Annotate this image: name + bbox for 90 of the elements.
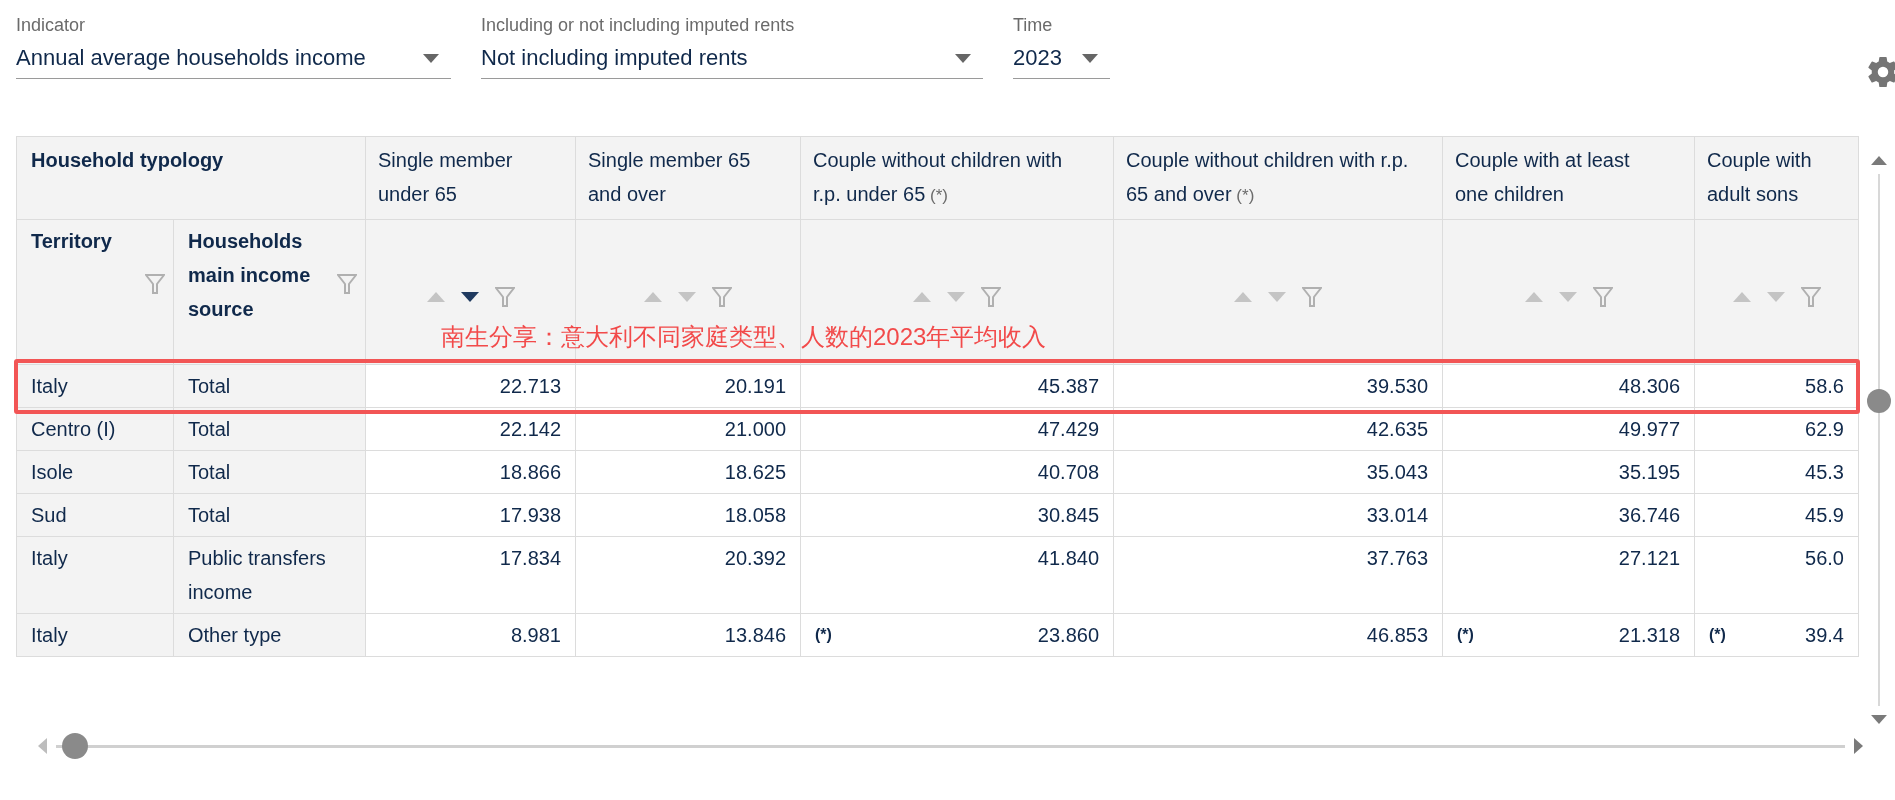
scroll-right-icon[interactable] — [1853, 736, 1865, 756]
column-header: Couple without children with r.p. under 65 (*) — [800, 136, 1114, 220]
table-cell: Total — [173, 450, 366, 494]
table-cell-text: 17.938 — [499, 503, 561, 528]
table-cell-text: 18.866 — [499, 460, 561, 485]
table-cell: Total — [173, 493, 366, 537]
table-cell-text: 17.834 — [499, 546, 561, 571]
table-cell-text: 42.635 — [1366, 417, 1428, 442]
table-cell-text: 21.318 — [1618, 623, 1680, 648]
table-cell-text: 13.846 — [724, 623, 786, 648]
table-cell-text: 62.9 — [1805, 417, 1844, 442]
table-cell-text: 56.0 — [1805, 546, 1844, 571]
caret-icon[interactable] — [1082, 53, 1098, 63]
caret-icon[interactable] — [423, 53, 439, 63]
column-header: Territory — [31, 229, 112, 254]
column-header: Single member under 65 — [365, 136, 576, 220]
filter-icon[interactable] — [1302, 287, 1322, 307]
scrollbar-thumb[interactable] — [1866, 388, 1891, 413]
table-cell-text: 45.387 — [1037, 374, 1099, 399]
dropdown-label: Time — [1013, 14, 1054, 37]
settings-icon[interactable] — [1865, 54, 1895, 90]
table-cell-text: 33.014 — [1366, 503, 1428, 528]
table-cell-text: 40.708 — [1037, 460, 1099, 485]
table-cell: Sud — [16, 493, 174, 537]
caret-icon[interactable] — [955, 53, 971, 63]
note-marker: (*) — [1709, 625, 1726, 645]
scroll-left-icon[interactable] — [36, 736, 48, 756]
scrollbar-thumb[interactable] — [62, 732, 88, 759]
sort-up-icon[interactable] — [1524, 292, 1543, 302]
table-cell: Public transfers income — [173, 536, 366, 614]
table-cell: Other type — [173, 613, 366, 657]
table-cell-text: 48.306 — [1618, 374, 1680, 399]
filter-icon[interactable] — [494, 287, 515, 307]
dropdown[interactable]: Annual average households income — [16, 38, 451, 79]
column-header: Single member 65 and over — [575, 136, 801, 220]
filter-icon[interactable] — [712, 287, 732, 307]
table-cell-text: 39.530 — [1366, 374, 1428, 399]
table-cell-text: 8.981 — [510, 623, 561, 648]
table-cell-text: 20.191 — [724, 374, 786, 399]
table-cell-text: 27.121 — [1618, 546, 1680, 571]
filter-icon[interactable] — [1800, 287, 1821, 307]
table-cell-text: 47.429 — [1037, 417, 1099, 442]
scroll-down-icon[interactable] — [1868, 714, 1889, 726]
table-cell: Italy — [16, 364, 174, 408]
sort-up-icon[interactable] — [426, 292, 445, 302]
dropdown-label: Indicator — [16, 14, 87, 37]
table-cell-text: 45.9 — [1805, 503, 1844, 528]
table-cell-text: 35.195 — [1618, 460, 1680, 485]
sort-up-icon[interactable] — [913, 292, 931, 302]
table-cell-text: 22.713 — [499, 374, 561, 399]
table-cell: Isole — [16, 450, 174, 494]
table-cell-text: 23.860 — [1037, 623, 1099, 648]
sort-up-icon[interactable] — [644, 292, 662, 302]
filter-icon[interactable] — [981, 287, 1001, 307]
column-header: Couple with adult sons — [1694, 136, 1859, 220]
table-cell: Italy — [16, 536, 174, 614]
table-cell-text: 21.000 — [724, 417, 786, 442]
table-cell-text: 35.043 — [1366, 460, 1428, 485]
table-cell: Italy — [16, 613, 174, 657]
filter-icon[interactable] — [337, 274, 357, 294]
filter-icon[interactable] — [145, 274, 165, 294]
table-cell-text: 18.625 — [724, 460, 786, 485]
table-header: Household typology — [16, 136, 366, 220]
table-cell-text: 39.4 — [1805, 623, 1844, 648]
sort-up-icon[interactable] — [1234, 292, 1252, 302]
table-cell-text: 22.142 — [499, 417, 561, 442]
table-cell-text: 46.853 — [1366, 623, 1428, 648]
table-cell-text: 37.763 — [1366, 546, 1428, 571]
dropdown[interactable]: Not including imputed rents — [481, 38, 983, 79]
dropdown[interactable]: 2023 — [1013, 38, 1110, 79]
table-cell-text: 20.392 — [724, 546, 786, 571]
table-cell-text: 41.840 — [1037, 546, 1099, 571]
filter-icon[interactable] — [1592, 287, 1613, 307]
table-cell-text: 36.746 — [1618, 503, 1680, 528]
dropdown-label: Including or not including imputed rents — [481, 14, 796, 37]
column-header: Couple with at least one children — [1442, 136, 1695, 220]
table-cell-text: 30.845 — [1037, 503, 1099, 528]
column-header: Households main income source — [188, 229, 312, 322]
annotation-text: 南生分享：意大利不同家庭类型、人数的2023年平均收入 — [441, 321, 1047, 352]
sort-down-icon[interactable] — [460, 292, 479, 302]
scroll-up-icon[interactable] — [1868, 154, 1889, 166]
note-marker: (*) — [1457, 625, 1474, 645]
note-marker: (*) — [815, 625, 832, 645]
table-cell-text: 45.3 — [1805, 460, 1844, 485]
sort-up-icon[interactable] — [1732, 292, 1751, 302]
table-cell-text: 58.6 — [1805, 374, 1844, 399]
column-header: Couple without children with r.p. 65 and over (*) — [1113, 136, 1443, 220]
table-cell-text: 18.058 — [724, 503, 786, 528]
table-cell-text: 49.977 — [1618, 417, 1680, 442]
table-cell: Total — [173, 364, 366, 408]
